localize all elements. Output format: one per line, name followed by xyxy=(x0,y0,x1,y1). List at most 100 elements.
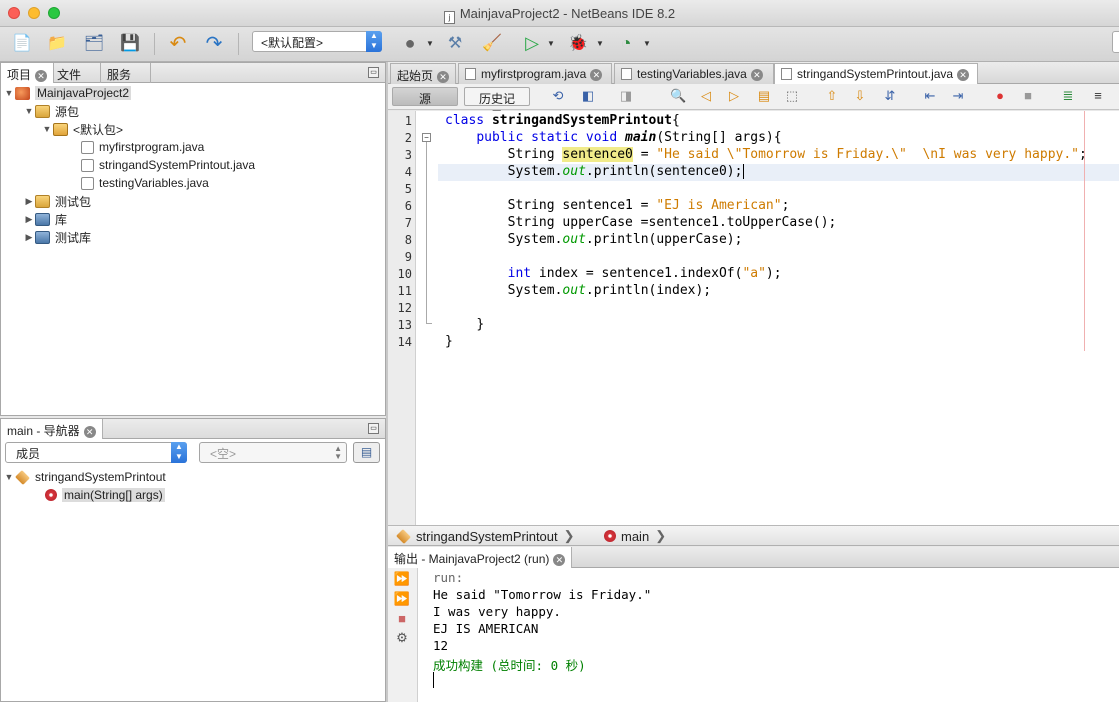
code-text: String upperCase =sentence1.toUpperCase(… xyxy=(507,215,837,230)
line-number: 8 xyxy=(404,233,412,247)
configuration-select[interactable]: <默认配置> ▲ ▼ xyxy=(252,31,382,52)
close-icon[interactable]: ✕ xyxy=(590,69,603,81)
profile-icon[interactable]: ◔ xyxy=(614,31,638,55)
new-file-icon[interactable]: 📄 xyxy=(10,31,34,55)
tree-item-file[interactable]: myfirstprogram.java xyxy=(81,138,204,156)
tab-stringandsystemprintout[interactable]: stringandSystemPrintout.java ✕ xyxy=(774,63,978,85)
line-number-gutter: 1 2 3 4 5 6 7 8 9 10 11 12 13 14 xyxy=(388,111,416,525)
tree-item-libraries[interactable]: ▶ 库 xyxy=(23,210,67,228)
fold-toggle-icon[interactable]: − xyxy=(422,133,431,142)
filter-select[interactable]: <空> ▲ ▼ xyxy=(199,442,347,463)
line-number: 2 xyxy=(404,131,412,145)
output-caret xyxy=(433,672,434,688)
tab-services[interactable]: 服务 xyxy=(101,63,151,83)
toggle-bookmark-icon[interactable]: ⇵ xyxy=(882,88,898,104)
expand-arrow-icon[interactable]: ▼ xyxy=(3,472,15,482)
tree-item-project[interactable]: ▼ MainjavaProject2 xyxy=(3,84,132,102)
rerun-with-params-icon[interactable]: ⏩ xyxy=(393,591,411,607)
minimize-panel-icon[interactable]: ▭ xyxy=(368,423,379,434)
output-line: I was very happy. xyxy=(433,604,561,619)
output-console[interactable]: run: He said "Tomorrow is Friday." I was… xyxy=(418,568,1119,702)
tab-testingvariables[interactable]: testingVariables.java ✕ xyxy=(614,63,774,84)
expand-arrow-icon[interactable]: ▼ xyxy=(23,106,35,116)
last-edit-icon[interactable]: ⟲ xyxy=(550,88,566,104)
tree-item-source-packages[interactable]: ▼ 源包 xyxy=(23,102,79,120)
stop-macro-icon[interactable]: ■ xyxy=(1020,88,1036,104)
collapse-arrow-icon[interactable]: ▶ xyxy=(23,214,35,225)
tab-projects[interactable]: 项目 ✕ xyxy=(1,63,55,83)
expand-arrow-icon[interactable]: ▼ xyxy=(3,88,15,98)
close-icon[interactable]: ✕ xyxy=(750,69,763,81)
start-macro-icon[interactable]: ● xyxy=(992,88,1008,104)
navigator-class-item[interactable]: ▼ stringandSystemPrintout xyxy=(3,468,166,486)
close-icon[interactable]: ✕ xyxy=(957,69,970,81)
close-icon[interactable]: ✕ xyxy=(83,426,96,438)
chevron-down-icon[interactable]: ▼ xyxy=(426,39,434,48)
chevron-down-icon[interactable]: ▼ xyxy=(547,39,555,48)
chevron-updown-icon: ▲ ▼ xyxy=(334,444,342,461)
prev-bookmark-icon[interactable]: ⇧ xyxy=(824,88,840,104)
tab-output[interactable]: 输出 - MainjavaProject2 (run) ✕ xyxy=(388,547,573,568)
undo-icon[interactable]: ↶ xyxy=(166,31,190,55)
main-toolbar: 📄 📁 🗂 💾 ↶ ↷ <默认配置> ▲ ▼ ● ▼ ⚒ 🧹 ▷ ▼ 🐞 ▼ ◔ ▼ xyxy=(0,27,1119,62)
stop-icon[interactable]: ■ xyxy=(393,611,411,627)
tree-item-file[interactable]: testingVariables.java xyxy=(81,174,209,192)
settings-icon[interactable]: ⚙ xyxy=(393,630,411,646)
next-bookmark-icon[interactable]: ⇩ xyxy=(852,88,868,104)
toggle-highlight-icon[interactable]: ▤ xyxy=(756,88,772,104)
close-icon[interactable]: ✕ xyxy=(553,554,566,566)
save-all-icon[interactable]: 💾 xyxy=(118,31,142,55)
editor-tabs: 起始页 ✕ myfirstprogram.java ✕ testingVariabl… xyxy=(388,62,1119,85)
build-success-line: 成功构建 (总时间: 0 秒) xyxy=(433,658,586,673)
close-icon[interactable]: ✕ xyxy=(35,70,48,82)
breadcrumb-class[interactable]: stringandSystemPrintout ❯ xyxy=(396,528,575,544)
search-box-edge[interactable] xyxy=(1112,31,1119,53)
code-editor[interactable]: class stringandSystemPrintout{ public st… xyxy=(438,111,1119,525)
minimize-panel-icon[interactable]: ▭ xyxy=(368,67,379,78)
run-icon[interactable]: ▷ xyxy=(520,31,544,55)
chevron-down-icon[interactable]: ▼ xyxy=(596,39,604,48)
build-hammer-icon[interactable]: ⚒ xyxy=(443,31,467,55)
tree-item-default-package[interactable]: ▼ <默认包> xyxy=(41,120,123,138)
tab-start-page[interactable]: 起始页 ✕ xyxy=(390,63,456,84)
chevron-down-icon[interactable]: ▼ xyxy=(643,39,651,48)
navigator-method-item[interactable]: main(String[] args) xyxy=(45,486,165,504)
comment-icon[interactable]: ≣ xyxy=(1060,88,1076,104)
forward-icon[interactable]: ◨ xyxy=(618,88,634,104)
tab-navigator-label: main - 导航器 xyxy=(7,424,80,438)
members-select[interactable]: 成员 ▲ ▼ xyxy=(5,442,187,463)
rect-select-icon[interactable]: ⬚ xyxy=(784,88,800,104)
close-icon[interactable]: ✕ xyxy=(437,71,450,83)
tree-item-test-libraries[interactable]: ▶ 测试库 xyxy=(23,228,91,246)
source-view-button[interactable]: 源 xyxy=(392,87,458,106)
tab-files[interactable]: 文件 xyxy=(51,63,101,83)
clean-build-icon[interactable]: 🧹 xyxy=(480,31,504,55)
rerun-icon[interactable]: ⏩ xyxy=(393,571,411,587)
globe-icon[interactable]: ● xyxy=(398,31,422,55)
find-icon[interactable]: 🔍 xyxy=(670,88,686,104)
static-field: out xyxy=(562,283,586,298)
breadcrumb-method[interactable]: main ❯ xyxy=(604,528,666,544)
collapse-arrow-icon[interactable]: ▶ xyxy=(23,196,35,207)
tree-item-file[interactable]: stringandSystemPrintout.java xyxy=(81,156,255,174)
tree-item-test-packages[interactable]: ▶ 测试包 xyxy=(23,192,91,210)
open-project-icon[interactable]: 🗂 xyxy=(82,31,106,55)
redo-icon[interactable]: ↷ xyxy=(202,31,226,55)
code-text: .println(sentence0); xyxy=(585,164,743,179)
find-next-icon[interactable]: ▷ xyxy=(726,88,742,104)
fold-line-end xyxy=(426,323,432,324)
back-icon[interactable]: ◧ xyxy=(580,88,596,104)
expand-arrow-icon[interactable]: ▼ xyxy=(41,124,53,134)
navigator-options-icon[interactable]: ▤ xyxy=(353,442,380,463)
shift-right-icon[interactable]: ⇥ xyxy=(950,88,966,104)
tab-navigator[interactable]: main - 导航器 ✕ xyxy=(1,419,103,439)
shift-left-icon[interactable]: ⇤ xyxy=(922,88,938,104)
new-project-icon[interactable]: 📁 xyxy=(45,31,69,55)
tab-myfirstprogram[interactable]: myfirstprogram.java ✕ xyxy=(458,63,612,84)
history-view-button[interactable]: 历史记录 xyxy=(464,87,530,123)
find-previous-icon[interactable]: ◁ xyxy=(698,88,714,104)
tree-item-label: stringandSystemPrintout.java xyxy=(99,158,256,172)
debug-icon[interactable]: 🐞 xyxy=(566,31,590,55)
collapse-arrow-icon[interactable]: ▶ xyxy=(23,232,35,243)
uncomment-icon[interactable]: ≡ xyxy=(1090,88,1106,104)
